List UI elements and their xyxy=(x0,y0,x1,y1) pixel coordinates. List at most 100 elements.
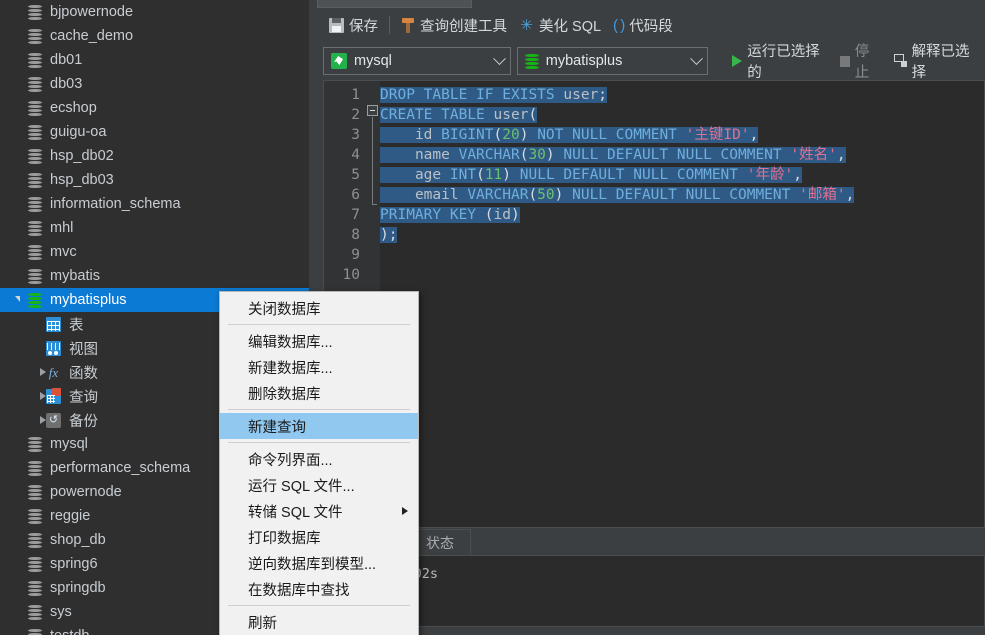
tree-item-label: guigu-oa xyxy=(50,124,107,140)
stop-button: 停止 xyxy=(834,38,888,84)
code-line[interactable]: id BIGINT(20) NOT NULL COMMENT '主键ID', xyxy=(380,125,984,145)
tree-item-guigu-oa[interactable]: guigu-oa xyxy=(0,120,309,144)
line-number: 3 xyxy=(351,127,360,143)
save-icon xyxy=(329,17,344,33)
code-line[interactable]: DROP TABLE IF EXISTS user; xyxy=(380,85,984,105)
menu-item-label: 刷新 xyxy=(248,615,277,632)
line-number: 1 xyxy=(351,87,360,103)
tree-item-hsp_db02[interactable]: hsp_db02 xyxy=(0,144,309,168)
save-button[interactable]: 保存 xyxy=(323,13,384,38)
save-label: 保存 xyxy=(349,18,378,35)
menu-item-运行 SQL 文件[interactable]: 运行 SQL 文件... xyxy=(220,472,418,498)
database-icon xyxy=(28,196,42,212)
tree-item-label: db01 xyxy=(50,52,83,68)
database-value: mybatisplus xyxy=(545,53,623,69)
menu-item-逆向数据库到模型[interactable]: 逆向数据库到模型... xyxy=(220,550,418,576)
code-line[interactable]: PRIMARY KEY (id) xyxy=(380,205,984,225)
menu-item-新建数据库[interactable]: 新建数据库... xyxy=(220,354,418,380)
tree-item-label: springdb xyxy=(50,580,106,596)
database-icon xyxy=(28,484,42,500)
tables-icon xyxy=(46,316,61,332)
menu-item-在数据库中查找[interactable]: 在数据库中查找 xyxy=(220,576,418,602)
database-icon xyxy=(28,4,42,20)
functions-icon: fx xyxy=(48,364,59,380)
tree-item-ecshop[interactable]: ecshop xyxy=(0,96,309,120)
menu-item-命令列界面[interactable]: 命令列界面... xyxy=(220,446,418,472)
connection-select[interactable]: mysql xyxy=(323,47,511,75)
play-icon xyxy=(732,55,743,67)
line-number: 5 xyxy=(351,167,360,183)
menu-item-转储 SQL 文件[interactable]: 转储 SQL 文件 xyxy=(220,498,418,524)
result-tab-strip[interactable]: 状态 xyxy=(323,529,985,555)
tree-item-hsp_db03[interactable]: hsp_db03 xyxy=(0,168,309,192)
code-snippet-button[interactable]: ( ) 代码段 xyxy=(607,13,679,38)
connection-selectors[interactable]: mysql mybatisplus 运行已选择的 停止 解释已选择 xyxy=(315,44,985,81)
menu-item-label: 命令列界面... xyxy=(248,452,333,469)
tree-item-label: information_schema xyxy=(50,196,181,212)
database-context-menu[interactable]: 关闭数据库编辑数据库... 新建数据库... 删除数据库新建查询命令列界面... 运行… xyxy=(219,291,419,635)
menu-separator xyxy=(228,605,410,606)
line-number: 9 xyxy=(351,247,360,263)
sql-code-area[interactable]: DROP TABLE IF EXISTS user; CREATE TABLE u… xyxy=(380,81,984,527)
menu-item-打印数据库[interactable]: 打印数据库 xyxy=(220,524,418,550)
sql-editor[interactable]: 1 2 3 4 5 6 7 8 9 10 DROP TABLE IF EXISTS user; CR… xyxy=(323,80,985,528)
tree-item-label: mvc xyxy=(50,244,77,260)
fold-range-line xyxy=(372,117,377,205)
menu-separator xyxy=(228,409,410,410)
expander-closed-icon[interactable] xyxy=(38,367,48,377)
tree-item-label: 视图 xyxy=(69,341,98,358)
menu-item-删除数据库[interactable]: 删除数据库 xyxy=(220,380,418,406)
line-number: 4 xyxy=(351,147,360,163)
tree-item-mhl[interactable]: mhl xyxy=(0,216,309,240)
chevron-down-icon xyxy=(492,51,506,65)
code-line[interactable]: email VARCHAR(50) NULL DEFAULT NULL COMM… xyxy=(380,185,984,205)
run-selected-button[interactable]: 运行已选择的 xyxy=(726,38,833,84)
explain-selected-button[interactable]: 解释已选择 xyxy=(888,38,985,84)
tree-item-label: hsp_db02 xyxy=(50,148,114,164)
code-line[interactable]: age INT(11) NULL DEFAULT NULL COMMENT '年… xyxy=(380,165,984,185)
database-icon xyxy=(28,556,42,572)
editor-toolbar[interactable]: 保存 查询创建工具 ✳ 美化 SQL ( ) 代码段 xyxy=(315,8,985,42)
code-line[interactable] xyxy=(380,265,984,285)
database-icon xyxy=(28,532,42,548)
editor-tab-strip[interactable] xyxy=(315,0,985,8)
tree-item-db03[interactable]: db03 xyxy=(0,72,309,96)
tree-item-label: ecshop xyxy=(50,100,97,116)
query-builder-button[interactable]: 查询创建工具 xyxy=(395,13,513,38)
submenu-arrow-icon xyxy=(402,507,408,515)
menu-item-编辑数据库[interactable]: 编辑数据库... xyxy=(220,328,418,354)
editor-tab[interactable] xyxy=(317,0,472,8)
code-line[interactable]: ); xyxy=(380,225,984,245)
menu-item-新建查询[interactable]: 新建查询 xyxy=(220,413,418,439)
menu-separator xyxy=(228,324,410,325)
tree-item-label: reggie xyxy=(50,508,91,524)
code-line[interactable]: name VARCHAR(30) NULL DEFAULT NULL COMME… xyxy=(380,145,984,165)
tree-item-mvc[interactable]: mvc xyxy=(0,240,309,264)
database-icon xyxy=(28,76,42,92)
menu-item-刷新[interactable]: 刷新 xyxy=(220,609,418,635)
navicat-window: bjpowernode cache_demo db01 db03 ecshop guigu… xyxy=(0,0,985,635)
tree-item-information_schema[interactable]: information_schema xyxy=(0,192,309,216)
tree-item-label: 查询 xyxy=(69,389,98,406)
beautify-sql-button[interactable]: ✳ 美化 SQL xyxy=(513,13,607,38)
expander-open-icon[interactable] xyxy=(12,295,22,305)
code-line[interactable]: CREATE TABLE user( xyxy=(380,105,984,125)
tree-item-cache_demo[interactable]: cache_demo xyxy=(0,24,309,48)
tree-item-db01[interactable]: db01 xyxy=(0,48,309,72)
tree-item-mybatis[interactable]: mybatis xyxy=(0,264,309,288)
sparkle-icon: ✳ xyxy=(520,16,533,34)
tree-item-label: shop_db xyxy=(50,532,106,548)
code-line[interactable] xyxy=(380,245,984,265)
fold-toggle-icon[interactable] xyxy=(367,105,378,116)
menu-item-label: 新建查询 xyxy=(248,419,306,436)
explain-icon xyxy=(893,54,907,68)
database-select[interactable]: mybatisplus xyxy=(516,47,709,75)
tab-status-label: 状态 xyxy=(426,534,454,551)
menu-item-关闭数据库[interactable]: 关闭数据库 xyxy=(220,295,418,321)
menu-item-label: 运行 SQL 文件... xyxy=(248,478,355,495)
mysql-dolphin-icon xyxy=(331,53,347,69)
tree-item-bjpowernode[interactable]: bjpowernode xyxy=(0,0,309,24)
database-icon xyxy=(28,28,42,44)
stop-label: 停止 xyxy=(854,44,870,81)
line-number: 8 xyxy=(351,227,360,243)
